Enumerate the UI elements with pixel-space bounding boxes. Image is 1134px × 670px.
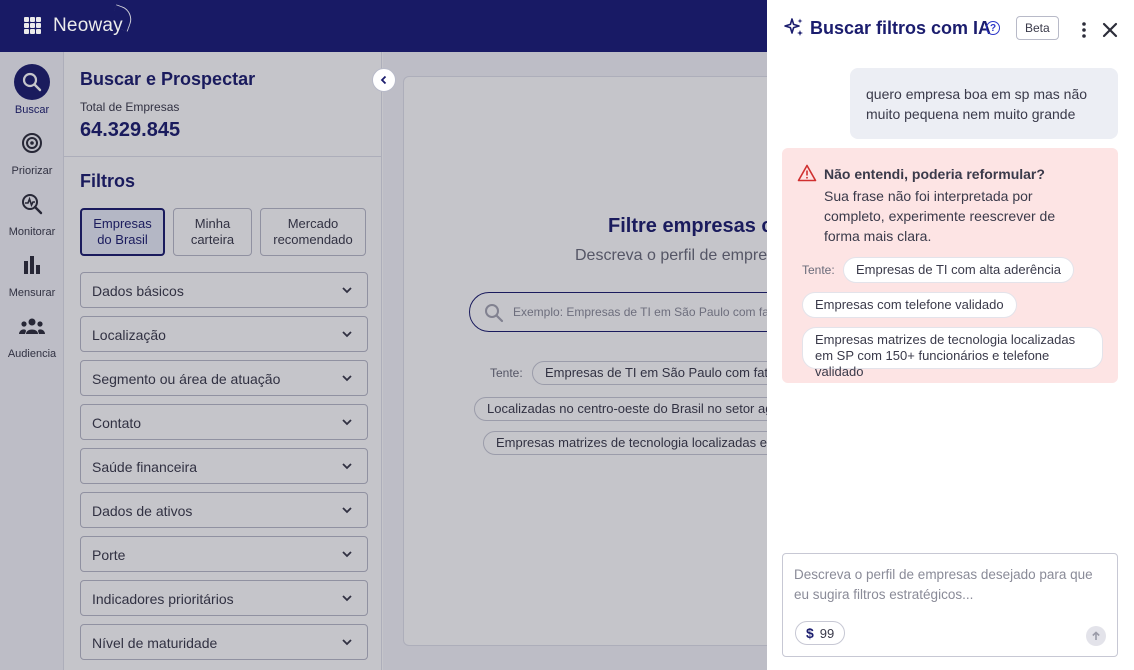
panel-title: Buscar filtros com IA <box>810 18 992 38</box>
prompt-placeholder: Descreva o perfil de empresas desejado p… <box>794 567 1093 602</box>
help-icon[interactable]: ? <box>986 21 1000 35</box>
more-vertical-icon[interactable] <box>1077 20 1091 40</box>
suggestion-chip[interactable]: Empresas com telefone validado <box>802 292 1017 318</box>
modal-overlay[interactable] <box>0 52 767 670</box>
collapse-filters-button[interactable] <box>372 68 396 92</box>
ai-prompt-input[interactable]: Descreva o perfil de empresas desejado p… <box>782 553 1118 657</box>
error-body: Sua frase não foi interpretada por compl… <box>824 188 1056 244</box>
credits-badge: $ 99 <box>795 621 846 645</box>
close-icon[interactable] <box>1101 21 1119 39</box>
beta-badge: Beta <box>1016 16 1059 40</box>
send-button[interactable] <box>1086 626 1106 646</box>
user-message: quero empresa boa em sp mas não muito pe… <box>850 68 1118 139</box>
credits-value: 99 <box>819 625 835 641</box>
arrow-up-icon <box>1092 631 1100 640</box>
header-overlay <box>0 0 767 52</box>
try-label: Tente: <box>802 263 835 277</box>
warning-icon <box>797 164 817 182</box>
chevron-left-icon <box>380 75 387 85</box>
suggestion-chip[interactable]: Empresas matrizes de tecnologia localiza… <box>802 327 1103 379</box>
dollar-icon: $ <box>806 625 814 641</box>
suggestion-chip[interactable]: Empresas de TI com alta aderência <box>843 257 1074 283</box>
error-message: Não entendi, poderia reformular? Sua fra… <box>782 148 1118 383</box>
error-title: Não entendi, poderia reformular? <box>824 166 1045 182</box>
ai-filter-panel: Buscar filtros com IA ? Beta quero empre… <box>767 0 1134 670</box>
sparkle-icon <box>784 18 803 36</box>
